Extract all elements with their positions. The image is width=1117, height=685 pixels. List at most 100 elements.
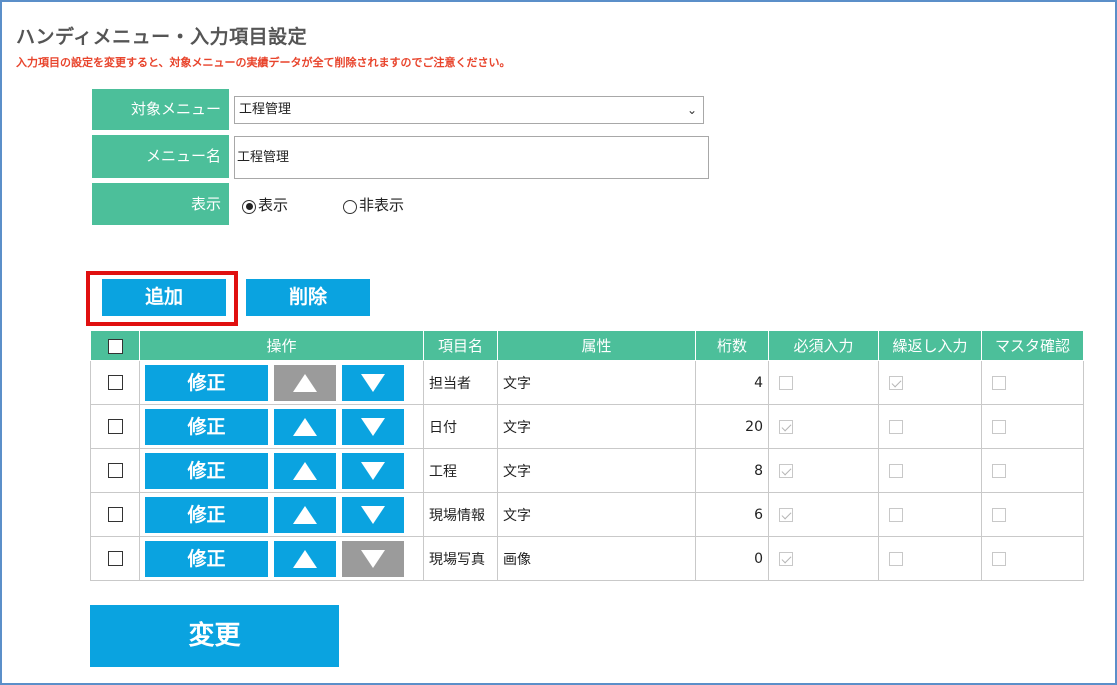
row-required-cell [768,492,879,537]
edit-button[interactable]: 修正 [145,408,268,445]
move-down-button[interactable] [342,408,404,445]
row-repeat-cell [878,448,982,493]
master-check-checkbox [992,463,1006,478]
table-row: 修正 現場情報 文字 6 [90,492,1084,537]
row-repeat-cell [878,536,982,581]
row-attribute: 文字 [497,404,696,449]
radio-selected-icon [242,199,256,214]
repeat-checkbox [889,507,903,522]
input-items-table: 操作 項目名 属性 桁数 必須入力 繰返し入力 マスタ確認 修正 担当者 文字 4 修正… [90,330,1084,581]
row-operations: 修正 [139,492,424,537]
radio-unselected-icon [343,199,357,214]
row-item-name: 日付 [423,404,498,449]
target-menu-label: 対象メニュー [91,88,230,131]
edit-button[interactable]: 修正 [145,452,268,489]
radio-hide-label: 非表示 [359,196,405,214]
row-repeat-cell [878,404,982,449]
edit-button[interactable]: 修正 [145,364,268,401]
row-operations: 修正 [139,360,424,405]
move-down-button[interactable] [342,452,404,489]
header-master-check: マスタ確認 [981,330,1084,361]
row-operations: 修正 [139,404,424,449]
row-digits: 0 [695,536,769,581]
row-select-checkbox[interactable] [107,419,123,434]
row-master-cell [981,404,1084,449]
chevron-down-icon: ⌄ [686,103,697,117]
row-select-cell [90,448,140,493]
repeat-checkbox [889,463,903,478]
warning-message: 入力項目の設定を変更すると、対象メニューの実績データが全て削除されますのでご注意… [16,56,511,69]
required-checkbox [779,463,793,478]
row-select-checkbox[interactable] [107,507,123,522]
row-select-cell [90,404,140,449]
header-repeat: 繰返し入力 [878,330,982,361]
row-select-checkbox[interactable] [107,551,123,566]
table-row: 修正 日付 文字 20 [90,404,1084,449]
row-required-cell [768,536,879,581]
display-label: 表示 [91,182,230,226]
header-required: 必須入力 [768,330,879,361]
required-checkbox [779,419,793,434]
display-radio-show[interactable]: 表示 [242,194,288,215]
table-header-row: 操作 項目名 属性 桁数 必須入力 繰返し入力 マスタ確認 [90,330,1084,361]
arrow-down-icon [361,549,385,568]
master-check-checkbox [992,419,1006,434]
arrow-down-icon [361,417,385,436]
row-master-cell [981,448,1084,493]
display-radio-hide[interactable]: 非表示 [343,194,404,215]
row-repeat-cell [878,360,982,405]
edit-button[interactable]: 修正 [145,540,268,577]
target-menu-value: 工程管理 [239,102,292,117]
arrow-up-icon [293,461,317,480]
menu-name-label: メニュー名 [91,134,230,179]
arrow-up-icon [293,373,317,392]
row-required-cell [768,404,879,449]
select-all-checkbox[interactable] [107,338,123,354]
move-down-button[interactable] [342,364,404,401]
add-button[interactable]: 追加 [102,279,226,316]
menu-name-input[interactable]: 工程管理 [234,136,709,179]
move-down-button[interactable] [342,496,404,533]
master-check-checkbox [992,375,1006,390]
row-select-cell [90,536,140,581]
row-required-cell [768,448,879,493]
header-attribute: 属性 [497,330,696,361]
arrow-down-icon [361,461,385,480]
move-up-button [274,364,336,401]
move-up-button[interactable] [274,540,336,577]
row-attribute: 文字 [497,448,696,493]
row-master-cell [981,492,1084,537]
master-check-checkbox [992,551,1006,566]
move-up-button[interactable] [274,408,336,445]
delete-button[interactable]: 削除 [246,279,370,316]
row-attribute: 文字 [497,360,696,405]
target-menu-select[interactable]: 工程管理 ⌄ [234,96,704,124]
repeat-checkbox [889,419,903,434]
row-digits: 6 [695,492,769,537]
edit-button[interactable]: 修正 [145,496,268,533]
row-select-checkbox[interactable] [107,463,123,478]
table-row: 修正 現場写真 画像 0 [90,536,1084,581]
change-button[interactable]: 変更 [90,605,339,667]
row-item-name: 担当者 [423,360,498,405]
required-checkbox [779,551,793,566]
arrow-down-icon [361,505,385,524]
header-digits: 桁数 [695,330,769,361]
move-down-button [342,540,404,577]
row-digits: 8 [695,448,769,493]
row-item-name: 現場情報 [423,492,498,537]
row-select-checkbox[interactable] [107,375,123,390]
row-select-cell [90,360,140,405]
row-digits: 20 [695,404,769,449]
select-all-cell [90,330,140,361]
row-item-name: 工程 [423,448,498,493]
arrow-up-icon [293,505,317,524]
table-row: 修正 工程 文字 8 [90,448,1084,493]
move-up-button[interactable] [274,496,336,533]
move-up-button[interactable] [274,452,336,489]
repeat-checkbox [889,551,903,566]
row-repeat-cell [878,492,982,537]
row-operations: 修正 [139,448,424,493]
header-operation: 操作 [139,330,424,361]
row-select-cell [90,492,140,537]
